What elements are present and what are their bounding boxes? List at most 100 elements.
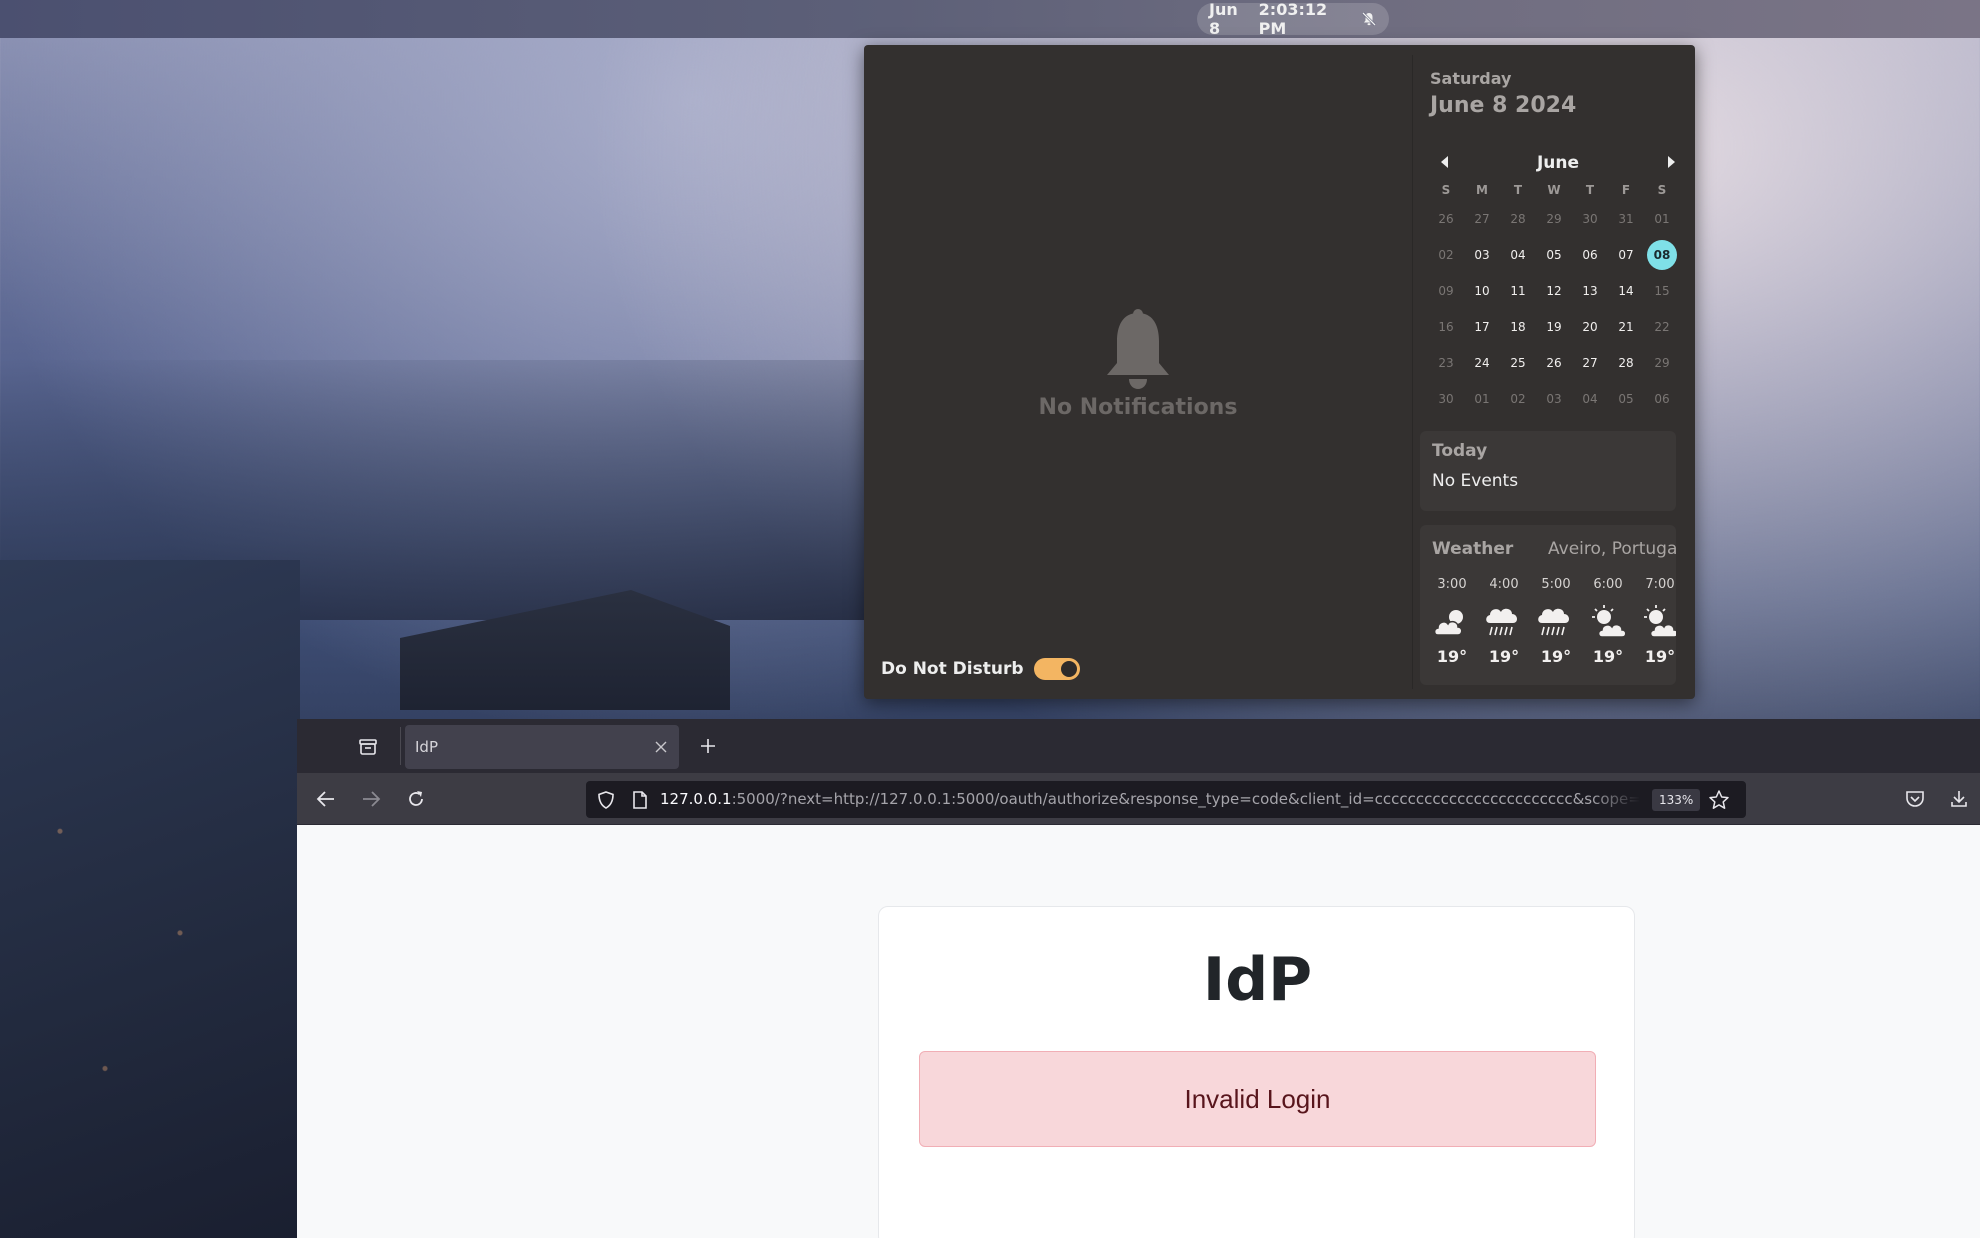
calendar-day[interactable]: 17: [1464, 312, 1500, 342]
tab-idp[interactable]: IdP: [405, 725, 679, 769]
calendar-day[interactable]: 28: [1500, 204, 1536, 234]
page-icon[interactable]: [631, 790, 649, 810]
calendar-day[interactable]: 15: [1644, 276, 1680, 306]
forward-button[interactable]: [359, 787, 383, 811]
calendar-day[interactable]: 11: [1500, 276, 1536, 306]
rain-icon: [1482, 601, 1526, 645]
calendar-week-row: 09 10 11 12 13 14 15: [1428, 273, 1688, 309]
forecast-temp: 19°: [1436, 647, 1468, 666]
weekday-header: F: [1621, 183, 1631, 197]
full-date-label[interactable]: June 8 2024: [1430, 93, 1576, 118]
calendar-day[interactable]: 26: [1536, 348, 1572, 378]
weekday-label[interactable]: Saturday: [1430, 69, 1511, 88]
no-events-label: No Events: [1432, 471, 1519, 491]
calendar-day-selected[interactable]: 08: [1647, 240, 1677, 270]
forecast-temp: 19°: [1592, 647, 1624, 666]
weekday-header: T: [1585, 183, 1595, 197]
arrow-left-icon: [316, 791, 334, 807]
arrow-right-icon: [363, 791, 381, 807]
calendar-day[interactable]: 03: [1464, 240, 1500, 270]
tab-close-button[interactable]: [653, 739, 669, 755]
calendar-day[interactable]: 31: [1608, 204, 1644, 234]
calendar-day[interactable]: 24: [1464, 348, 1500, 378]
calendar-day[interactable]: 29: [1536, 204, 1572, 234]
calendar-day[interactable]: 04: [1500, 240, 1536, 270]
calendar-day[interactable]: 18: [1500, 312, 1536, 342]
page-title: IdP: [1202, 945, 1313, 1015]
partly-cloudy-icon: [1586, 601, 1630, 645]
forecast-time: 3:00: [1437, 577, 1467, 592]
firefox-view-icon: [359, 739, 377, 755]
calendar-day[interactable]: 21: [1608, 312, 1644, 342]
calendar-day[interactable]: 20: [1572, 312, 1608, 342]
month-label: June: [1536, 153, 1580, 173]
star-icon[interactable]: [1708, 789, 1730, 811]
calendar-day[interactable]: 13: [1572, 276, 1608, 306]
calendar-day[interactable]: 27: [1464, 204, 1500, 234]
pocket-button[interactable]: [1903, 787, 1927, 811]
chevron-right-icon: [1668, 156, 1675, 168]
calendar-day[interactable]: 30: [1572, 204, 1608, 234]
calendar-week-row: 26 27 28 29 30 31 01: [1428, 201, 1688, 237]
weather-title: Weather: [1432, 539, 1514, 559]
calendar-day[interactable]: 12: [1536, 276, 1572, 306]
back-button[interactable]: [314, 787, 338, 811]
calendar-day[interactable]: 22: [1644, 312, 1680, 342]
calendar-day[interactable]: 26: [1428, 204, 1464, 234]
weekday-header-row: SMTWTFS: [1428, 179, 1688, 201]
wallpaper-city: [0, 560, 300, 1238]
events-section[interactable]: Today No Events: [1420, 431, 1676, 511]
topbar-date: Jun 8: [1209, 0, 1238, 38]
calendar-day[interactable]: 05: [1608, 384, 1644, 414]
calendar-day[interactable]: 09: [1428, 276, 1464, 306]
calendar-day[interactable]: 01: [1464, 384, 1500, 414]
forecast-hour: 7:00 19°: [1634, 577, 1676, 666]
address-bar[interactable]: 127.0.0.1:5000/?next=http://127.0.0.1:50…: [586, 781, 1746, 818]
weather-location: Aveiro, Portuga: [1548, 539, 1676, 559]
download-icon: [1951, 791, 1967, 807]
calendar-day[interactable]: 14: [1608, 276, 1644, 306]
next-month-button[interactable]: [1662, 152, 1682, 172]
dnd-toggle[interactable]: [1033, 658, 1080, 680]
calendar-day[interactable]: 28: [1608, 348, 1644, 378]
calendar-day[interactable]: 02: [1428, 240, 1464, 270]
calendar-day[interactable]: 23: [1428, 348, 1464, 378]
events-title: Today: [1432, 441, 1488, 461]
partly-cloudy-icon: [1638, 601, 1676, 645]
calendar-day[interactable]: 29: [1644, 348, 1680, 378]
calendar-day[interactable]: 27: [1572, 348, 1608, 378]
calendar-day[interactable]: 01: [1644, 204, 1680, 234]
shield-icon[interactable]: [596, 790, 616, 810]
calendar-day[interactable]: 02: [1500, 384, 1536, 414]
calendar-week-row: 30 01 02 03 04 05 06: [1428, 381, 1688, 417]
calendar-day[interactable]: 19: [1536, 312, 1572, 342]
downloads-button[interactable]: [1947, 787, 1971, 811]
calendar-day[interactable]: 04: [1572, 384, 1608, 414]
zoom-level-button[interactable]: 133%: [1652, 789, 1701, 811]
url-text[interactable]: 127.0.0.1:5000/?next=http://127.0.0.1:50…: [660, 790, 1640, 808]
new-tab-button[interactable]: [697, 735, 719, 757]
forecast-hour: 6:00 19°: [1582, 577, 1634, 666]
forecast-temp: 19°: [1644, 647, 1676, 666]
firefox-view-button[interactable]: [357, 737, 379, 757]
weather-section[interactable]: Weather Aveiro, Portuga 3:00 19° 4:00 19° 5:…: [1420, 525, 1676, 685]
forecast-time: 5:00: [1541, 577, 1571, 592]
date-time-menu[interactable]: Jun 8 2:03:12 PM: [1197, 0, 1389, 38]
calendar-day[interactable]: 07: [1608, 240, 1644, 270]
rain-icon: [1534, 601, 1578, 645]
weekday-header: M: [1476, 183, 1488, 197]
calendar-day[interactable]: 05: [1536, 240, 1572, 270]
forecast-temp: 19°: [1540, 647, 1572, 666]
calendar-day[interactable]: 03: [1536, 384, 1572, 414]
bell-off-icon: [1361, 11, 1377, 27]
reload-button[interactable]: [404, 787, 428, 811]
top-bar: Jun 8 2:03:12 PM: [0, 0, 1980, 38]
calendar-day[interactable]: 06: [1644, 384, 1680, 414]
calendar-day[interactable]: 30: [1428, 384, 1464, 414]
calendar-day[interactable]: 25: [1500, 348, 1536, 378]
calendar-day[interactable]: 06: [1572, 240, 1608, 270]
calendar-day[interactable]: 10: [1464, 276, 1500, 306]
login-card: IdP Invalid Login: [878, 906, 1635, 1238]
tab-title: IdP: [415, 738, 438, 756]
calendar-day[interactable]: 16: [1428, 312, 1464, 342]
